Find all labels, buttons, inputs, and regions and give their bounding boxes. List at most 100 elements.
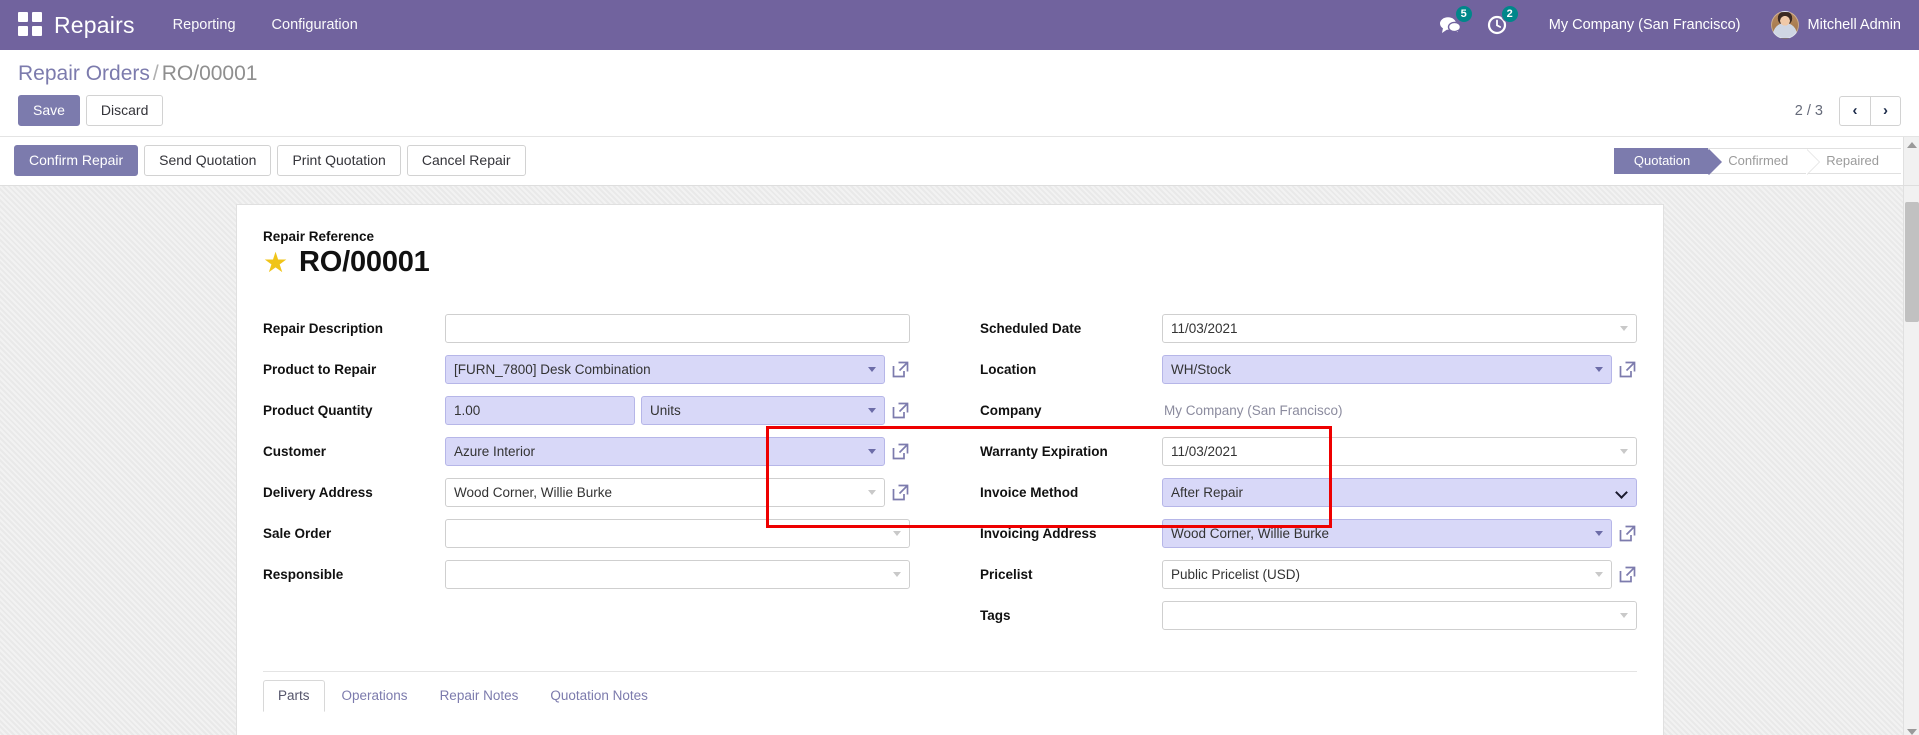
notebook-tabs: Parts Operations Repair Notes Quotation … <box>263 671 1637 712</box>
external-link-icon-unit-of-measure[interactable] <box>891 401 910 420</box>
pager-value[interactable]: 2 / 3 <box>1795 103 1823 119</box>
dropdown-caret-icon[interactable] <box>868 490 876 495</box>
control-panel-actions: Save Discard 2 / 3 ‹ › <box>18 86 1901 136</box>
input-sale-order[interactable] <box>445 518 910 548</box>
form-column-left: Repair Description Product to Repair [FU… <box>263 313 950 641</box>
breadcrumb-repair-orders[interactable]: Repair Orders <box>18 62 150 85</box>
messages-icon[interactable]: 5 <box>1439 5 1473 40</box>
input-product-to-repair[interactable]: [FURN_7800] Desk Combination <box>445 354 885 384</box>
input-delivery-address[interactable]: Wood Corner, Willie Burke <box>445 477 885 507</box>
dropdown-caret-icon[interactable] <box>1620 613 1628 618</box>
cancel-repair-button[interactable]: Cancel Repair <box>406 145 526 176</box>
external-link-icon-customer[interactable] <box>891 442 910 461</box>
input-product-quantity[interactable]: 1.00 <box>445 395 635 425</box>
dropdown-caret-icon[interactable] <box>1620 449 1628 454</box>
user-menu[interactable]: Mitchell Admin <box>1770 11 1901 39</box>
field-warranty-expiration: Warranty Expiration 11/03/2021 <box>980 436 1637 466</box>
external-link-icon-location[interactable] <box>1618 360 1637 379</box>
tab-quotation-notes[interactable]: Quotation Notes <box>535 680 663 712</box>
form-sheet-wrapper: Repair Reference ★ RO/00001 Repair Descr… <box>0 186 1919 735</box>
tab-parts[interactable]: Parts <box>263 680 325 712</box>
chevron-right-icon[interactable]: › <box>1870 95 1901 126</box>
send-quotation-button[interactable]: Send Quotation <box>144 145 272 176</box>
breadcrumb-row: Repair Orders / RO/00001 <box>18 50 1901 86</box>
apps-menu-icon[interactable] <box>18 12 44 38</box>
print-quotation-button[interactable]: Print Quotation <box>277 145 401 176</box>
field-scheduled-date: Scheduled Date 11/03/2021 <box>980 313 1637 343</box>
dropdown-caret-icon[interactable] <box>868 367 876 372</box>
chevron-down-icon[interactable] <box>1617 487 1627 497</box>
scroll-down-arrow-icon[interactable] <box>1907 729 1917 735</box>
label-location: Location <box>980 361 1037 377</box>
external-link-icon-invoicing-address[interactable] <box>1618 524 1637 543</box>
input-responsible[interactable] <box>445 559 910 589</box>
dropdown-caret-icon[interactable] <box>868 408 876 413</box>
field-delivery-address: Delivery Address Wood Corner, Willie Bur… <box>263 477 910 507</box>
external-link-icon-product-to-repair[interactable] <box>891 360 910 379</box>
value-unit-of-measure: Units <box>650 402 681 418</box>
repair-reference-value[interactable]: RO/00001 <box>299 246 430 279</box>
field-repair-description: Repair Description <box>263 313 910 343</box>
input-warranty-expiration[interactable]: 11/03/2021 <box>1162 436 1637 466</box>
field-tags: Tags <box>980 600 1637 630</box>
input-tags[interactable] <box>1162 600 1637 630</box>
input-repair-description[interactable] <box>445 313 910 343</box>
field-product-to-repair: Product to Repair [FURN_7800] Desk Combi… <box>263 354 910 384</box>
dropdown-caret-icon[interactable] <box>893 572 901 577</box>
input-pricelist[interactable]: Public Pricelist (USD) <box>1162 559 1612 589</box>
external-link-icon-pricelist[interactable] <box>1618 565 1637 584</box>
scroll-up-arrow-icon[interactable] <box>1903 137 1919 185</box>
select-invoice-method[interactable]: After Repair <box>1162 477 1637 507</box>
tab-repair-notes[interactable]: Repair Notes <box>425 680 534 712</box>
status-repaired[interactable]: Repaired <box>1806 147 1901 174</box>
vertical-scrollbar[interactable] <box>1903 186 1919 735</box>
tab-operations[interactable]: Operations <box>327 680 423 712</box>
dropdown-caret-icon[interactable] <box>1595 367 1603 372</box>
repair-reference-label: Repair Reference <box>263 229 375 244</box>
chevron-left-icon[interactable]: ‹ <box>1839 95 1870 126</box>
input-location[interactable]: WH/Stock <box>1162 354 1612 384</box>
user-name-label: Mitchell Admin <box>1807 17 1901 33</box>
record-title-block: Repair Reference ★ RO/00001 <box>263 229 1637 279</box>
value-company: My Company (San Francisco) <box>1164 402 1343 418</box>
value-warranty-expiration: 11/03/2021 <box>1171 443 1238 459</box>
quantity-group: 1.00 Units <box>445 395 885 425</box>
nav-item-configuration[interactable]: Configuration <box>272 17 358 33</box>
save-button[interactable]: Save <box>18 95 80 126</box>
external-link-icon-delivery-address[interactable] <box>891 483 910 502</box>
label-scheduled-date: Scheduled Date <box>980 320 1082 336</box>
field-location: Location WH/Stock <box>980 354 1637 384</box>
dropdown-caret-icon[interactable] <box>868 449 876 454</box>
status-quotation[interactable]: Quotation <box>1613 147 1723 175</box>
input-unit-of-measure[interactable]: Units <box>641 395 885 425</box>
status-confirmed[interactable]: Confirmed <box>1708 147 1821 175</box>
label-sale-order: Sale Order <box>263 525 332 541</box>
app-brand-repairs[interactable]: Repairs <box>54 12 135 39</box>
scroll-thumb[interactable] <box>1905 202 1919 322</box>
nav-item-reporting[interactable]: Reporting <box>173 17 236 33</box>
label-tags: Tags <box>980 607 1011 623</box>
field-pricelist: Pricelist Public Pricelist (USD) <box>980 559 1637 589</box>
favorite-star-icon[interactable]: ★ <box>263 248 289 276</box>
value-pricelist: Public Pricelist (USD) <box>1171 566 1301 582</box>
dropdown-caret-icon[interactable] <box>1595 531 1603 536</box>
input-customer[interactable]: Azure Interior <box>445 436 885 466</box>
label-repair-description: Repair Description <box>263 320 384 336</box>
clock-activity-icon[interactable]: 2 <box>1487 5 1519 40</box>
input-invoicing-address[interactable]: Wood Corner, Willie Burke <box>1162 518 1612 548</box>
field-invoicing-address: Invoicing Address Wood Corner, Willie Bu… <box>980 518 1637 548</box>
confirm-repair-button[interactable]: Confirm Repair <box>14 145 139 176</box>
record-pager: 2 / 3 ‹ › <box>1795 95 1901 126</box>
dropdown-caret-icon[interactable] <box>1620 326 1628 331</box>
field-responsible: Responsible <box>263 559 910 589</box>
field-company: Company My Company (San Francisco) <box>980 395 1637 425</box>
dropdown-caret-icon[interactable] <box>893 531 901 536</box>
top-navbar: Repairs Reporting Configuration 5 2 My C… <box>0 0 1919 50</box>
input-scheduled-date[interactable]: 11/03/2021 <box>1162 313 1637 343</box>
label-customer: Customer <box>263 443 327 459</box>
user-avatar <box>1770 11 1799 39</box>
form-columns: Repair Description Product to Repair [FU… <box>263 313 1637 641</box>
discard-button[interactable]: Discard <box>85 95 164 126</box>
dropdown-caret-icon[interactable] <box>1595 572 1603 577</box>
company-switcher[interactable]: My Company (San Francisco) <box>1549 17 1741 33</box>
